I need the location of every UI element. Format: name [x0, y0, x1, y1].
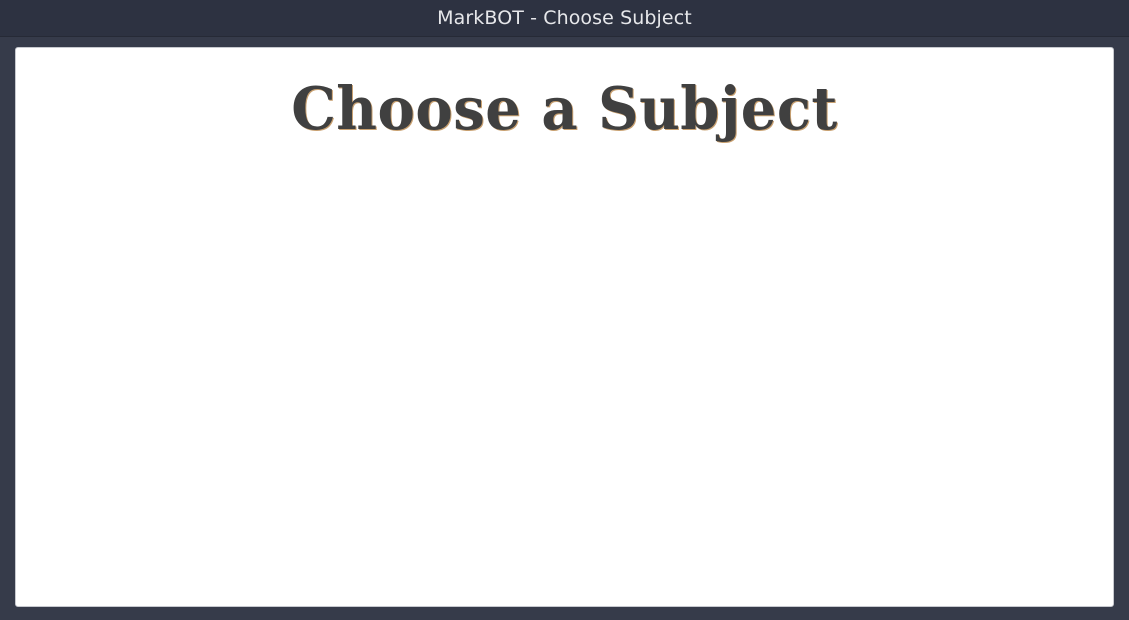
- content-panel: Choose a Subject: [15, 47, 1114, 607]
- window-title: MarkBOT - Choose Subject: [437, 7, 692, 29]
- title-bar[interactable]: MarkBOT - Choose Subject: [0, 0, 1129, 37]
- page-heading: Choose a Subject: [291, 74, 838, 144]
- app-window: MarkBOT - Choose Subject Choose a Subjec…: [0, 0, 1129, 620]
